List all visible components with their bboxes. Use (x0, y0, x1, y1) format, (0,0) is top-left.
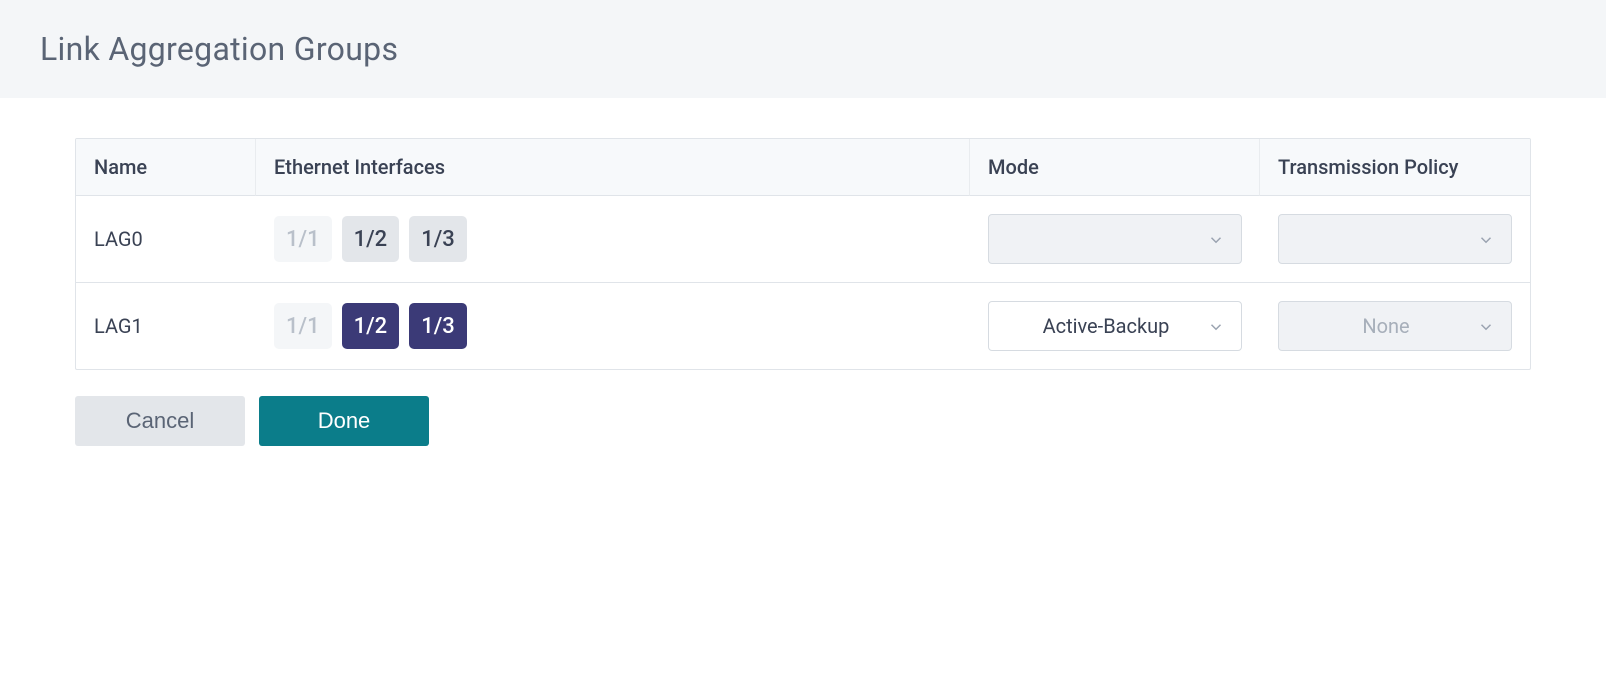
interface-chip[interactable]: 1/3 (409, 303, 467, 349)
chevron-down-icon (1477, 230, 1495, 248)
done-button[interactable]: Done (259, 396, 429, 446)
cancel-button[interactable]: Cancel (75, 396, 245, 446)
page-header: Link Aggregation Groups (0, 0, 1606, 98)
col-header-mode: Mode (970, 139, 1260, 196)
page-title: Link Aggregation Groups (40, 30, 1566, 68)
mode-value: Active-Backup (1005, 314, 1207, 338)
mode-select (988, 214, 1242, 264)
table-body: LAG0 1/1 1/2 1/3 (76, 196, 1530, 369)
action-buttons: Cancel Done (75, 396, 1531, 446)
interface-chip: 1/1 (274, 303, 332, 349)
table-row: LAG0 1/1 1/2 1/3 (76, 196, 1530, 283)
interface-chip[interactable]: 1/2 (342, 303, 400, 349)
interface-chips: 1/1 1/2 1/3 (274, 303, 952, 349)
interface-chip: 1/1 (274, 216, 332, 262)
col-header-name: Name (76, 139, 256, 196)
interface-chip[interactable]: 1/2 (342, 216, 400, 262)
chevron-down-icon (1207, 317, 1225, 335)
policy-select (1278, 214, 1512, 264)
interface-chips: 1/1 1/2 1/3 (274, 216, 952, 262)
col-header-ethernet: Ethernet Interfaces (256, 139, 970, 196)
policy-value: None (1295, 314, 1477, 338)
policy-select: None (1278, 301, 1512, 351)
content-area: Name Ethernet Interfaces Mode Transmissi… (0, 98, 1606, 486)
lag-table: Name Ethernet Interfaces Mode Transmissi… (75, 138, 1531, 370)
table-header-row: Name Ethernet Interfaces Mode Transmissi… (76, 139, 1530, 196)
lag-name: LAG1 (94, 314, 143, 338)
interface-chip[interactable]: 1/3 (409, 216, 467, 262)
chevron-down-icon (1477, 317, 1495, 335)
mode-select[interactable]: Active-Backup (988, 301, 1242, 351)
table-row: LAG1 1/1 1/2 1/3 Active-Backup (76, 283, 1530, 369)
chevron-down-icon (1207, 230, 1225, 248)
lag-name: LAG0 (94, 227, 143, 251)
col-header-policy: Transmission Policy (1260, 139, 1530, 196)
